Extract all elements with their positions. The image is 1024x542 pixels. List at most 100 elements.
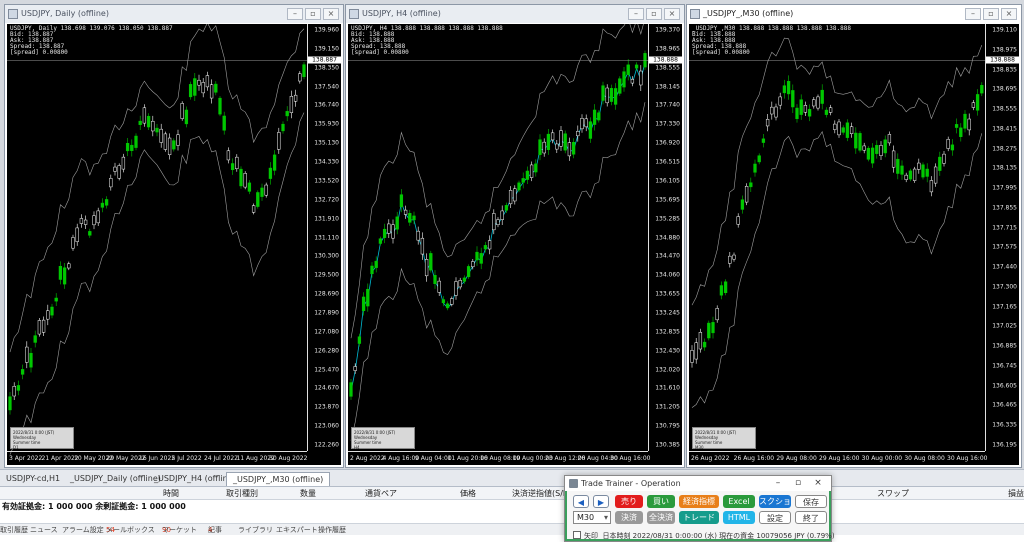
candle-body bbox=[391, 224, 395, 239]
price-tick-label: 136.335 bbox=[992, 421, 1017, 429]
timeframe-select[interactable]: M30 bbox=[573, 511, 611, 524]
candle-body bbox=[437, 280, 441, 293]
column-type[interactable]: 取引種別 bbox=[226, 487, 258, 500]
candle-body bbox=[408, 213, 412, 223]
candle-body bbox=[226, 150, 231, 161]
chart-window-h4[interactable]: USDJPY, H4 (offline) – ▫ × USDJPY, H4 13… bbox=[345, 4, 685, 468]
candle-body bbox=[711, 322, 715, 334]
tab-market[interactable]: マーケット 90 bbox=[162, 524, 197, 536]
candle-body bbox=[205, 75, 210, 88]
close-icon[interactable]: × bbox=[809, 476, 827, 491]
candle-body bbox=[588, 121, 593, 139]
candle-body bbox=[109, 178, 113, 188]
settle-all-button[interactable]: 全決済 bbox=[647, 511, 675, 524]
candle-body bbox=[285, 111, 289, 117]
tab-label: アラーム設定 bbox=[62, 526, 104, 534]
candle-body bbox=[268, 167, 273, 179]
tab-articles[interactable]: 記事 4 bbox=[208, 524, 222, 536]
candle-body bbox=[197, 79, 201, 86]
screenshot-button[interactable]: スクショ bbox=[759, 495, 791, 508]
arrow-checkbox[interactable] bbox=[573, 531, 581, 539]
column-price[interactable]: 価格 bbox=[460, 487, 476, 500]
candle-body bbox=[272, 154, 277, 171]
trade-button[interactable]: トレード bbox=[679, 511, 719, 524]
close-button[interactable]: × bbox=[664, 8, 680, 20]
price-axis[interactable]: 139.960 139.150 138.350 137.540 136.740 135.9… bbox=[307, 24, 341, 451]
candle-body bbox=[134, 135, 138, 148]
chart-canvas[interactable]: USDJPY, Daily 138.698 139.076 138.050 13… bbox=[7, 24, 341, 465]
candle-body bbox=[613, 88, 618, 105]
excel-button[interactable]: Excel bbox=[723, 495, 755, 508]
time-axis[interactable]: 2 Aug 2022 4 Aug 16:00 9 Aug 04:00 11 Aug 2… bbox=[348, 451, 650, 465]
ohlc-readout: USDJPY, Daily 138.698 139.076 138.050 13… bbox=[10, 26, 173, 56]
candle-body bbox=[849, 126, 854, 134]
candle-body bbox=[698, 332, 703, 350]
prev-bar-button[interactable]: ◀ bbox=[573, 495, 589, 508]
candle-body bbox=[971, 102, 976, 108]
maximize-button[interactable]: ▫ bbox=[646, 8, 662, 20]
candle-body bbox=[264, 184, 268, 196]
time-tick-label: 9 Aug 04:00 bbox=[415, 455, 452, 462]
save-button[interactable]: 保存 bbox=[795, 495, 827, 508]
price-axis[interactable]: 139.370 138.965 138.555 138.145 137.740 137.3… bbox=[648, 24, 682, 451]
price-tick-label: 136.605 bbox=[992, 382, 1017, 390]
bollinger-band-line bbox=[350, 24, 644, 339]
chart-window-daily[interactable]: USDJPY, Daily (offline) – ▫ × USDJPY, Da… bbox=[4, 4, 344, 468]
settings-button[interactable]: 設定 bbox=[759, 511, 791, 524]
minimize-button[interactable]: – bbox=[965, 8, 981, 20]
chart-canvas[interactable]: _USDJPY_,M30 138.888 138.888 138.888 138… bbox=[689, 24, 1019, 465]
time-tick-label: 4 Aug 16:00 bbox=[382, 455, 420, 462]
price-tick-label: 131.610 bbox=[655, 384, 680, 392]
maximize-button[interactable]: ▫ bbox=[983, 8, 999, 20]
tab-usdjpy-h1[interactable]: USDJPY-cd,H1 bbox=[0, 472, 66, 486]
tab-mailbox[interactable]: メールボックス 54 bbox=[106, 524, 155, 536]
candlestick-chart bbox=[7, 24, 307, 455]
candle-body bbox=[715, 308, 719, 321]
candle-body bbox=[639, 70, 643, 86]
maximize-button[interactable]: ▫ bbox=[305, 8, 321, 20]
trade-trainer-dialog[interactable]: Trade Trainer - Operation – ▫ × ◀ ▶ 売り 買… bbox=[564, 475, 835, 542]
sell-button[interactable]: 売り bbox=[615, 495, 643, 508]
minimize-button[interactable]: – bbox=[628, 8, 644, 20]
candle-body bbox=[954, 124, 959, 128]
exit-button[interactable]: 終了 bbox=[795, 511, 827, 524]
minimize-icon[interactable]: – bbox=[769, 476, 787, 491]
candle-body bbox=[942, 153, 946, 164]
chart-canvas[interactable]: USDJPY, H4 138.888 138.888 138.888 138.8… bbox=[348, 24, 682, 465]
column-symbol[interactable]: 通貨ペア bbox=[365, 487, 397, 500]
price-axis[interactable]: 139.110 138.975 138.835 138.695 138.555 138.4… bbox=[985, 24, 1019, 451]
column-swap[interactable]: スワップ bbox=[877, 487, 909, 500]
minimize-button[interactable]: – bbox=[287, 8, 303, 20]
tab-usdjpy-m30[interactable]: _USDJPY_,M30 (offline) bbox=[226, 472, 331, 486]
column-sl[interactable]: 決済逆指値(S/L) bbox=[512, 487, 570, 500]
economic-indicators-button[interactable]: 経済指標 bbox=[679, 495, 719, 508]
close-button[interactable]: × bbox=[1001, 8, 1017, 20]
time-info-panel: 2022/8/31 0:00 (JST) Wednesday Summer time… bbox=[351, 427, 415, 450]
html-button[interactable]: HTML bbox=[723, 511, 755, 524]
column-profit[interactable]: 損益 bbox=[1008, 487, 1024, 500]
settle-button[interactable]: 決済 bbox=[615, 511, 643, 524]
tab-label: ライブラリ bbox=[238, 526, 273, 534]
candle-body bbox=[525, 170, 530, 180]
candle-body bbox=[803, 105, 808, 113]
candle-body bbox=[214, 83, 218, 93]
buy-button[interactable]: 買い bbox=[647, 495, 675, 508]
candle-body bbox=[218, 97, 222, 115]
candle-body bbox=[100, 202, 105, 208]
time-axis[interactable]: 26 Aug 2022 26 Aug 16:00 29 Aug 08:00 29 Au… bbox=[689, 451, 987, 465]
column-volume[interactable]: 数量 bbox=[300, 487, 316, 500]
time-tick-label: 2 Aug 2022 bbox=[350, 455, 385, 462]
maximize-icon[interactable]: ▫ bbox=[789, 476, 807, 491]
column-time[interactable]: 時間 bbox=[163, 487, 179, 500]
price-tick-label: 138.275 bbox=[992, 145, 1017, 153]
candle-body bbox=[20, 369, 25, 375]
tab-label: マーケット bbox=[162, 526, 197, 534]
close-button[interactable]: × bbox=[323, 8, 339, 20]
candle-body bbox=[504, 205, 509, 211]
next-bar-button[interactable]: ▶ bbox=[593, 495, 609, 508]
candle-body bbox=[167, 137, 172, 156]
time-axis[interactable]: 3 Apr 2022 21 Apr 2022 10 May 2022 29 May 2… bbox=[7, 451, 307, 465]
candle-body bbox=[361, 296, 366, 312]
time-tick-label: 29 Aug 16:00 bbox=[819, 455, 860, 462]
chart-window-m30[interactable]: _USDJPY_,M30 (offline) – ▫ × _USDJPY_,M3… bbox=[686, 4, 1022, 468]
